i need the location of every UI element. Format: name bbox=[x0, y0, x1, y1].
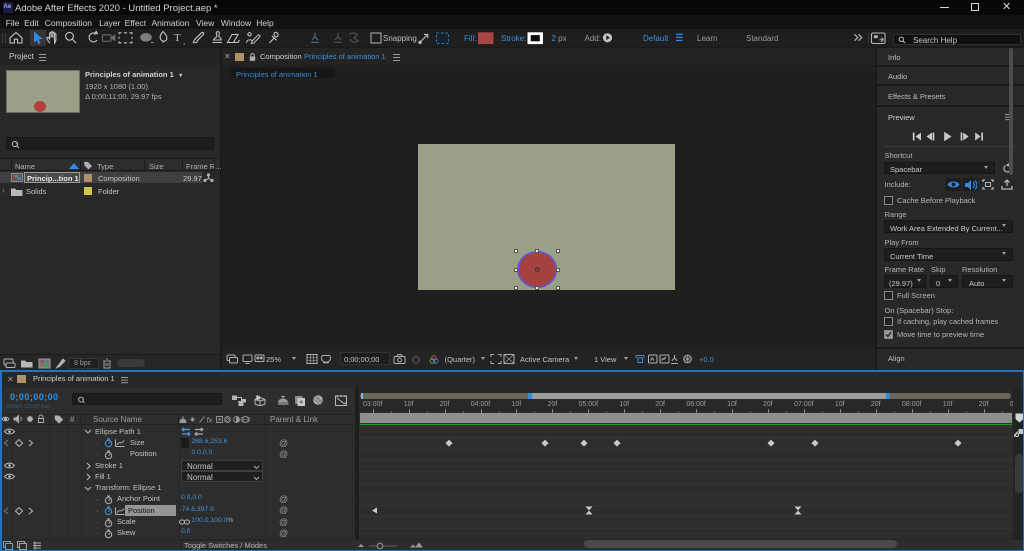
svg-text:Parent & Link: Parent & Link bbox=[270, 415, 319, 424]
svg-text:#: # bbox=[70, 415, 75, 424]
svg-text:fx: fx bbox=[207, 416, 213, 425]
svg-text:Source Name: Source Name bbox=[93, 415, 142, 424]
